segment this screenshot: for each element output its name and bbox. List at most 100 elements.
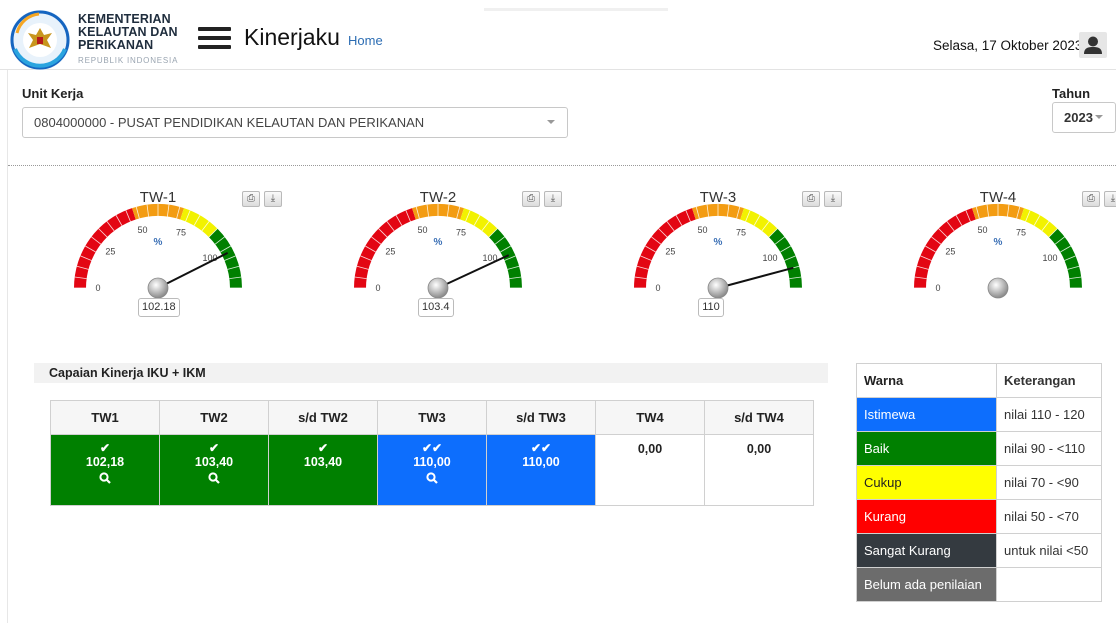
gauge-unit-label: % — [154, 237, 163, 248]
legend-row: Baik nilai 90 - <110 — [856, 431, 1102, 466]
org-line-3: PERIKANAN — [78, 38, 154, 52]
gauge-tw-3: 0 25 50 75 100% TW-3 ⎙ ⤓ 110 — [630, 185, 860, 325]
legend-col-keterangan: Keterangan — [996, 363, 1102, 398]
gauge-scale-label: 25 — [945, 246, 955, 256]
gauge-title: TW-1 — [139, 189, 177, 206]
legend-row: Istimewa nilai 110 - 120 — [856, 397, 1102, 432]
print-icon[interactable]: ⎙ — [242, 191, 260, 207]
capaian-col-header: TW1 — [50, 400, 160, 435]
gauge-title: TW-4 — [979, 189, 1017, 206]
gauge-pivot — [707, 277, 729, 299]
gauge-scale-label: 50 — [417, 225, 427, 235]
capaian-value: 0,00 — [637, 442, 663, 456]
legend-row: Sangat Kurang untuk nilai <50 — [856, 533, 1102, 568]
capaian-value-row: ✔ 102,18 ✔ 103,40 ✔ 103,40 ✔✔ 110,00 ✔✔ 110,00 0,0… — [50, 434, 814, 506]
gauge-unit-label: % — [434, 237, 443, 248]
gauge-pivot — [427, 277, 449, 299]
org-subtitle: REPUBLIK INDONESIA — [78, 56, 179, 65]
current-date: Selasa, 17 Oktober 2023 — [933, 38, 1083, 53]
legend-header-row: Warna Keterangan — [856, 363, 1102, 398]
legend-color-label: Kurang — [856, 499, 997, 534]
tahun-label: Tahun — [1052, 86, 1091, 101]
legend-table: Warna Keterangan Istimewa nilai 110 - 120… — [856, 363, 1102, 602]
legend-description: nilai 50 - <70 — [996, 499, 1102, 534]
left-border — [7, 70, 8, 623]
gauge-value-label: 103.4 — [418, 298, 454, 317]
download-icon[interactable]: ⤓ — [1104, 191, 1116, 207]
capaian-col-header: TW3 — [377, 400, 487, 435]
thumbs-up-icon: ✔✔ — [530, 441, 552, 455]
thumbs-up-icon: ✔ — [99, 441, 111, 455]
gauge-title: TW-2 — [419, 189, 457, 206]
gauge-tw-2: 0 25 50 75 100% TW-2 ⎙ ⤓ 103.4 — [350, 185, 580, 325]
capaian-cell: ✔✔ 110,00 — [486, 434, 596, 506]
gauge-scale-label: 50 — [137, 225, 147, 235]
download-icon[interactable]: ⤓ — [264, 191, 282, 207]
legend-description: nilai 70 - <90 — [996, 465, 1102, 500]
chevron-down-icon — [547, 120, 555, 124]
capaian-col-header: s/d TW3 — [486, 400, 596, 435]
gauge-scale-label: 75 — [456, 228, 466, 238]
gauge-needle — [717, 266, 794, 289]
gauge-scale-label: 0 — [655, 283, 660, 293]
section-divider — [8, 165, 1116, 166]
legend-description: nilai 110 - 120 — [996, 397, 1102, 432]
gauge-tw-1: 0 25 50 75 100% TW-1 ⎙ ⤓ 102.18 — [70, 185, 300, 325]
capaian-col-header: s/d TW2 — [268, 400, 378, 435]
legend-col-warna: Warna — [856, 363, 997, 398]
menu-toggle-icon[interactable] — [198, 27, 231, 51]
top-header: KEMENTERIAN KELAUTAN DAN PERIKANAN REPUB… — [0, 0, 1116, 70]
capaian-value: 103,40 — [303, 455, 343, 469]
gauge-pivot — [147, 277, 169, 299]
capaian-value: 110,00 — [522, 455, 560, 469]
thumbs-up-icon: ✔✔ — [421, 441, 443, 455]
print-icon[interactable]: ⎙ — [522, 191, 540, 207]
legend-row: Belum ada penilaian — [856, 567, 1102, 602]
capaian-cell: ✔ 103,40 — [159, 434, 269, 506]
kkp-logo — [10, 10, 70, 70]
gauge-scale-label: 25 — [385, 246, 395, 256]
gauge-title: TW-3 — [699, 189, 737, 206]
unit-kerja-value: 0804000000 - PUSAT PENDIDIKAN KELAUTAN D… — [34, 115, 425, 130]
search-icon[interactable] — [426, 472, 438, 487]
tahun-select[interactable]: 2023 — [1052, 102, 1116, 133]
top-tab-strip — [484, 8, 668, 11]
thumbs-up-icon: ✔ — [317, 441, 329, 455]
home-link[interactable]: Home — [348, 33, 383, 48]
download-icon[interactable]: ⤓ — [544, 191, 562, 207]
print-icon[interactable]: ⎙ — [802, 191, 820, 207]
legend-row: Kurang nilai 50 - <70 — [856, 499, 1102, 534]
legend-color-label: Istimewa — [856, 397, 997, 432]
capaian-col-header: s/d TW4 — [704, 400, 814, 435]
unit-kerja-select[interactable]: 0804000000 - PUSAT PENDIDIKAN KELAUTAN D… — [22, 107, 568, 138]
gauge-scale-label: 25 — [105, 246, 115, 256]
capaian-header-row: TW1 TW2 s/d TW2 TW3 s/d TW3 TW4 s/d TW4 — [50, 400, 814, 435]
search-icon[interactable] — [99, 472, 111, 487]
legend-color-label: Belum ada penilaian — [856, 567, 997, 602]
gauge-needle — [437, 254, 510, 289]
capaian-value: 103,40 — [194, 455, 234, 469]
legend-description — [996, 567, 1102, 602]
capaian-value: 102,18 — [85, 455, 125, 469]
gauge-pivot — [987, 277, 1009, 299]
gauge-scale-label: 50 — [977, 225, 987, 235]
capaian-value: 110,00 — [413, 455, 451, 469]
gauge-scale-label: 75 — [176, 228, 186, 238]
legend-row: Cukup nilai 70 - <90 — [856, 465, 1102, 500]
capaian-col-header: TW2 — [159, 400, 269, 435]
download-icon[interactable]: ⤓ — [824, 191, 842, 207]
legend-color-label: Sangat Kurang — [856, 533, 997, 568]
search-icon[interactable] — [208, 472, 220, 487]
capaian-cell: ✔ 103,40 — [268, 434, 378, 506]
gauge-scale-label: 0 — [375, 283, 380, 293]
capaian-cell: 0,00 — [595, 434, 705, 506]
chevron-down-icon — [1095, 115, 1103, 119]
gauge-scale-label: 50 — [697, 225, 707, 235]
capaian-cell: ✔✔ 110,00 — [377, 434, 487, 506]
gauge-unit-label: % — [994, 237, 1003, 248]
capaian-cell: 0,00 — [704, 434, 814, 506]
gauge-scale-label: 0 — [95, 283, 100, 293]
user-icon — [1084, 36, 1102, 54]
print-icon[interactable]: ⎙ — [1082, 191, 1100, 207]
user-menu-button[interactable] — [1079, 32, 1107, 58]
